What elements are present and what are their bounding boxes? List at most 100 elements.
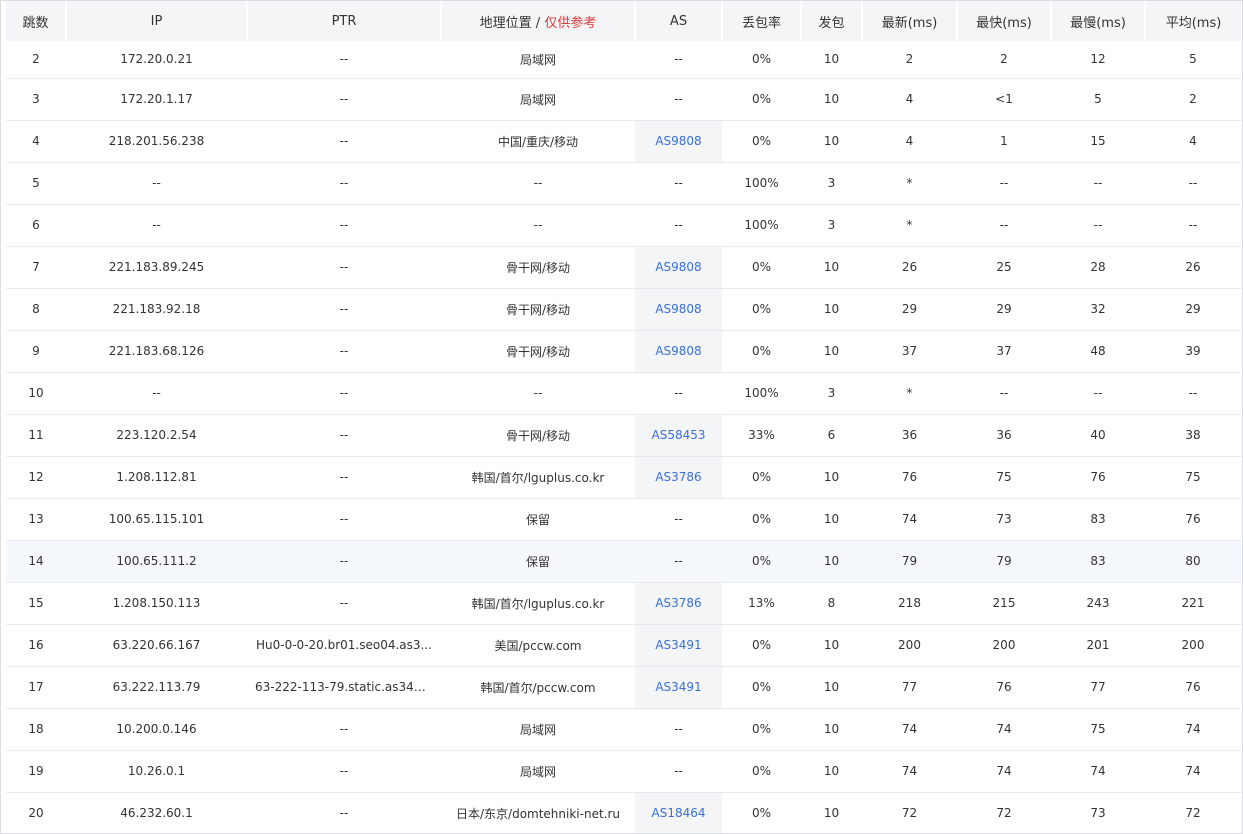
avg-cell: 39 bbox=[1145, 330, 1241, 373]
table-row: 11 223.120.2.54 -- 骨干网/移动 AS58453 33% 6 36 36 40 3… bbox=[6, 414, 1241, 457]
sent-cell: 10 bbox=[801, 540, 862, 583]
sent-cell: 6 bbox=[801, 414, 862, 457]
as-cell: -- bbox=[635, 372, 722, 415]
header-location-separator: / bbox=[531, 15, 545, 31]
as-link-cell: AS9808 bbox=[635, 288, 722, 331]
location-cell: 美国/pccw.com bbox=[441, 624, 635, 667]
loss-cell: 0% bbox=[722, 246, 801, 289]
best-cell: 74 bbox=[957, 708, 1051, 751]
header-as: AS bbox=[634, 1, 722, 41]
as-link-cell: AS18464 bbox=[635, 792, 722, 833]
ptr-cell: -- bbox=[247, 582, 441, 625]
loss-cell: 100% bbox=[722, 372, 801, 415]
worst-cell: 201 bbox=[1051, 624, 1145, 667]
last-cell: 26 bbox=[862, 246, 957, 289]
hop-cell: 14 bbox=[6, 540, 66, 583]
as-link[interactable]: AS9808 bbox=[655, 344, 701, 358]
worst-cell: 83 bbox=[1051, 540, 1145, 583]
worst-cell: 243 bbox=[1051, 582, 1145, 625]
ip-cell: -- bbox=[66, 372, 247, 415]
last-cell: 200 bbox=[862, 624, 957, 667]
avg-cell: 26 bbox=[1145, 246, 1241, 289]
location-cell: 局域网 bbox=[441, 41, 635, 79]
last-cell: 29 bbox=[862, 288, 957, 331]
hop-cell: 6 bbox=[6, 204, 66, 247]
avg-cell: 38 bbox=[1145, 414, 1241, 457]
worst-cell: 48 bbox=[1051, 330, 1145, 373]
header-ptr: PTR bbox=[246, 1, 441, 41]
avg-cell: 76 bbox=[1145, 666, 1241, 709]
ptr-cell: -- bbox=[247, 708, 441, 751]
location-cell: 韩国/首尔/pccw.com bbox=[441, 666, 635, 709]
table-body: 2 172.20.0.21 -- 局域网 -- 0% 10 2 2 12 5 3 172.20.1.17… bbox=[6, 41, 1241, 833]
best-cell: 36 bbox=[957, 414, 1051, 457]
as-cell: -- bbox=[635, 41, 722, 79]
sent-cell: 8 bbox=[801, 582, 862, 625]
worst-cell: 83 bbox=[1051, 498, 1145, 541]
location-cell: -- bbox=[441, 162, 635, 205]
last-cell: 76 bbox=[862, 456, 957, 499]
avg-cell: 221 bbox=[1145, 582, 1241, 625]
ptr-cell: -- bbox=[247, 540, 441, 583]
best-cell: 76 bbox=[957, 666, 1051, 709]
location-cell: 骨干网/移动 bbox=[441, 288, 635, 331]
best-cell: 79 bbox=[957, 540, 1051, 583]
loss-cell: 0% bbox=[722, 288, 801, 331]
avg-cell: -- bbox=[1145, 372, 1241, 415]
loss-cell: 0% bbox=[722, 330, 801, 373]
loss-cell: 0% bbox=[722, 708, 801, 751]
as-cell: -- bbox=[635, 708, 722, 751]
loss-cell: 0% bbox=[722, 666, 801, 709]
as-link[interactable]: AS3786 bbox=[655, 470, 701, 484]
as-link[interactable]: AS58453 bbox=[652, 428, 706, 442]
ptr-cell: -- bbox=[247, 120, 441, 163]
ip-cell: 221.183.92.18 bbox=[66, 288, 247, 331]
loss-cell: 0% bbox=[722, 41, 801, 79]
ip-cell: 10.200.0.146 bbox=[66, 708, 247, 751]
avg-cell: 2 bbox=[1145, 78, 1241, 121]
best-cell: 72 bbox=[957, 792, 1051, 833]
sent-cell: 10 bbox=[801, 708, 862, 751]
last-cell: 74 bbox=[862, 750, 957, 793]
header-row: 跳数 IP PTR 地理位置 / 仅供参考 AS 丢包率 发包 最新(ms) 最… bbox=[6, 1, 1241, 41]
last-cell: 36 bbox=[862, 414, 957, 457]
last-cell: 72 bbox=[862, 792, 957, 833]
table-row: 18 10.200.0.146 -- 局域网 -- 0% 10 74 74 75 74 bbox=[6, 708, 1241, 751]
hop-cell: 16 bbox=[6, 624, 66, 667]
avg-cell: -- bbox=[1145, 162, 1241, 205]
loss-cell: 0% bbox=[722, 540, 801, 583]
as-link[interactable]: AS18464 bbox=[652, 806, 706, 820]
ip-cell: 63.222.113.79 bbox=[66, 666, 247, 709]
as-link[interactable]: AS9808 bbox=[655, 134, 701, 148]
location-cell: 局域网 bbox=[441, 708, 635, 751]
last-cell: 218 bbox=[862, 582, 957, 625]
header-hop: 跳数 bbox=[6, 1, 66, 41]
last-cell: 79 bbox=[862, 540, 957, 583]
as-link[interactable]: AS3786 bbox=[655, 596, 701, 610]
ip-cell: 100.65.111.2 bbox=[66, 540, 247, 583]
hop-cell: 3 bbox=[6, 78, 66, 121]
loss-cell: 0% bbox=[722, 498, 801, 541]
as-link[interactable]: AS9808 bbox=[655, 302, 701, 316]
sent-cell: 10 bbox=[801, 41, 862, 79]
sent-cell: 10 bbox=[801, 792, 862, 833]
as-link[interactable]: AS3491 bbox=[655, 680, 701, 694]
ip-cell: -- bbox=[66, 162, 247, 205]
worst-cell: 77 bbox=[1051, 666, 1145, 709]
ptr-cell: -- bbox=[247, 372, 441, 415]
hop-cell: 10 bbox=[6, 372, 66, 415]
table-header: 跳数 IP PTR 地理位置 / 仅供参考 AS 丢包率 发包 最新(ms) 最… bbox=[6, 1, 1241, 41]
ptr-cell: -- bbox=[247, 78, 441, 121]
hop-cell: 17 bbox=[6, 666, 66, 709]
as-link-cell: AS3491 bbox=[635, 624, 722, 667]
as-link[interactable]: AS9808 bbox=[655, 260, 701, 274]
as-cell: -- bbox=[635, 204, 722, 247]
worst-cell: 76 bbox=[1051, 456, 1145, 499]
best-cell: 37 bbox=[957, 330, 1051, 373]
ptr-cell: -- bbox=[247, 330, 441, 373]
header-location-label: 地理位置 bbox=[479, 15, 532, 31]
table-row: 3 172.20.1.17 -- 局域网 -- 0% 10 4 <1 5 2 bbox=[6, 78, 1241, 121]
table-row: 10 -- -- -- -- 100% 3 * -- -- -- bbox=[6, 372, 1241, 415]
sent-cell: 10 bbox=[801, 330, 862, 373]
as-link[interactable]: AS3491 bbox=[655, 638, 701, 652]
